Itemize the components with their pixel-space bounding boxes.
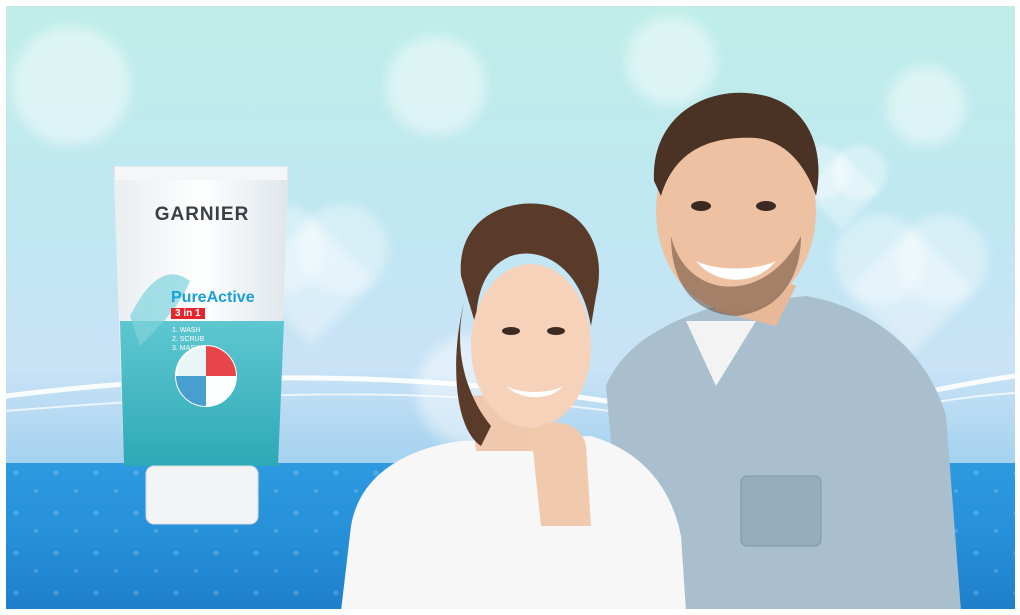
ad-banner: GARNIER PureActive 3 in 1 1. WASH 2. SCR… — [6, 6, 1015, 609]
product-line-label: PureActive — [171, 289, 255, 306]
product-benefits: 1. WASH 2. SCRUB 3. MASK — [172, 326, 204, 353]
bokeh-light — [386, 36, 486, 136]
bokeh-light — [11, 26, 131, 146]
benefit-mask: 3. MASK — [172, 345, 200, 352]
product-variant-badge: 3 in 1 — [171, 308, 205, 319]
benefit-scrub: 2. SCRUB — [172, 336, 205, 343]
woman-figure — [341, 203, 686, 609]
benefit-wash: 1. WASH — [172, 327, 201, 334]
product-brand-logo: GARNIER — [154, 204, 250, 225]
